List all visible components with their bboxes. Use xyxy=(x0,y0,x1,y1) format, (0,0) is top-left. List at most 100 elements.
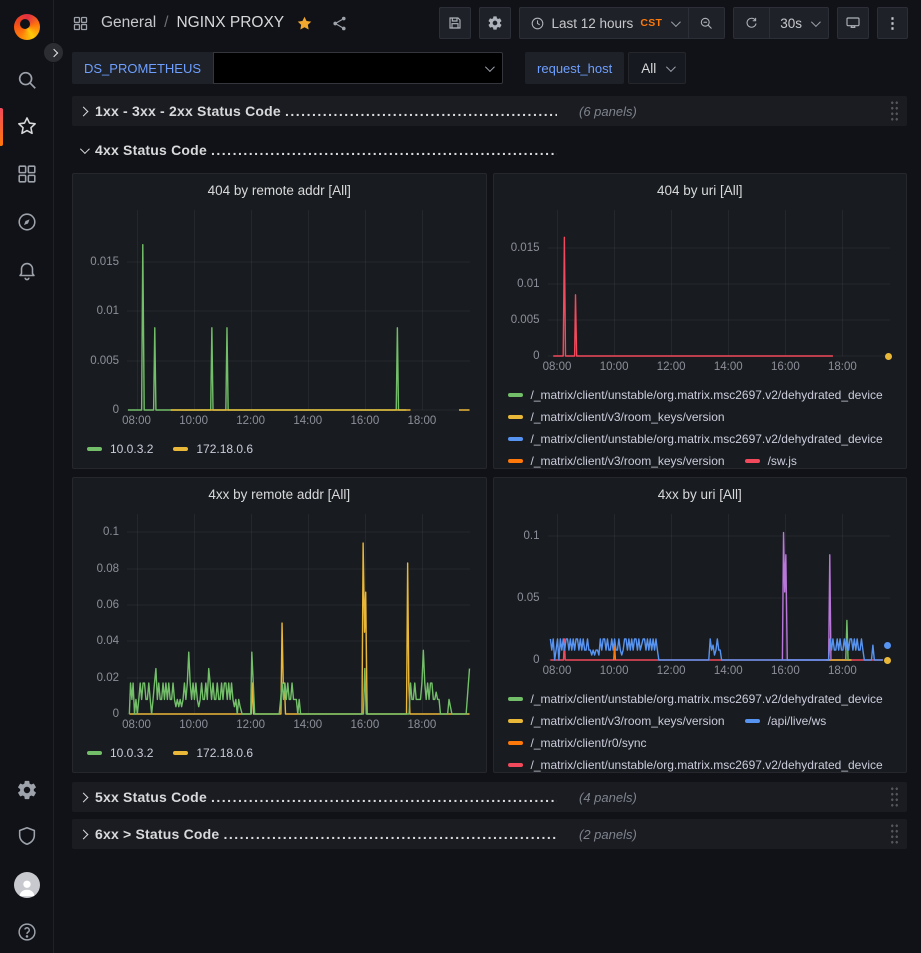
series-point-marker xyxy=(884,657,891,664)
panel-title[interactable]: 4xx by uri [All] xyxy=(494,478,907,506)
chevron-down-icon xyxy=(811,17,821,27)
time-picker-group: Last 12 hours CST xyxy=(519,7,726,39)
sidebar-item-dashboards[interactable] xyxy=(15,162,39,186)
sidebar-item-alerting[interactable] xyxy=(15,258,39,282)
y-axis-tick-label: 0.01 xyxy=(97,305,119,317)
refresh-interval-picker[interactable]: 30s xyxy=(770,8,828,38)
panel-4xx-by-uri: 4xx by uri [All] 00.050.108:0010:0012:00… xyxy=(493,477,908,773)
legend-item[interactable]: /_matrix/client/unstable/org.matrix.msc2… xyxy=(508,386,883,403)
legend-item[interactable]: /_matrix/client/unstable/org.matrix.msc2… xyxy=(508,430,883,447)
row-header-4xx[interactable]: 4xx Status Code ........................… xyxy=(72,135,907,165)
plot-area[interactable]: 00.0050.010.01508:0010:0012:0014:0016:00… xyxy=(548,210,891,356)
y-axis-tick-label: 0.01 xyxy=(517,278,539,290)
legend-item[interactable]: /_matrix/client/unstable/org.matrix.msc2… xyxy=(508,756,883,772)
dashboard-settings-button[interactable] xyxy=(479,7,511,39)
plot-area[interactable]: 00.020.040.060.080.108:0010:0012:0014:00… xyxy=(127,514,470,714)
legend-series-label: 10.0.3.2 xyxy=(110,442,153,456)
legend-item[interactable]: 10.0.3.2 xyxy=(87,744,153,761)
save-dashboard-button[interactable] xyxy=(439,7,471,39)
variable-value-request-host[interactable]: All xyxy=(628,52,686,84)
grafana-logo[interactable] xyxy=(14,14,40,40)
row-title: 6xx > Status Code ......................… xyxy=(95,826,557,842)
row-panel-count: (2 panels) xyxy=(579,827,882,842)
chevron-right-icon xyxy=(79,792,89,802)
sidebar-item-settings[interactable] xyxy=(15,778,39,802)
row-header-1xx-3xx-2xx[interactable]: 1xx - 3xx - 2xx Status Code ............… xyxy=(72,96,907,126)
legend-item[interactable]: /api/live/ws xyxy=(745,712,827,729)
legend-series-label: /api/live/ws xyxy=(768,714,827,728)
breadcrumb-dashboard[interactable]: NGINX PROXY xyxy=(176,14,284,32)
row-header-6xx[interactable]: 6xx > Status Code ......................… xyxy=(72,819,907,849)
x-axis-tick-label: 10:00 xyxy=(600,665,629,677)
profile-avatar[interactable] xyxy=(14,872,40,898)
legend-item[interactable]: 172.18.0.6 xyxy=(173,440,253,457)
x-axis-tick-label: 12:00 xyxy=(657,665,686,677)
panel-4xx-by-remote-addr: 4xx by remote addr [All] 00.020.040.060.… xyxy=(72,477,487,773)
apps-icon xyxy=(72,15,89,32)
zoom-out-button[interactable] xyxy=(689,8,724,38)
zoom-out-icon xyxy=(699,16,714,31)
legend-item[interactable]: /sw.js xyxy=(745,452,797,468)
save-icon xyxy=(447,15,463,31)
sidebar-item-starred[interactable] xyxy=(15,114,39,138)
x-axis-tick-label: 16:00 xyxy=(771,665,800,677)
breadcrumb-folder[interactable]: General xyxy=(101,14,156,32)
sidebar-item-search[interactable] xyxy=(15,68,39,92)
legend-series-label: /_matrix/client/unstable/org.matrix.msc2… xyxy=(531,692,883,706)
legend-item[interactable]: 10.0.3.2 xyxy=(87,440,153,457)
legend-series-swatch xyxy=(508,763,523,767)
y-axis-tick-label: 0.1 xyxy=(103,526,119,538)
y-axis-tick-label: 0.04 xyxy=(97,635,119,647)
plot-area[interactable]: 00.050.108:0010:0012:0014:0016:0018:00 xyxy=(548,514,891,660)
y-axis-tick-label: 0.1 xyxy=(524,530,540,542)
x-axis-tick-label: 18:00 xyxy=(828,361,857,373)
favorite-star-icon[interactable] xyxy=(296,15,313,32)
legend-series-swatch xyxy=(508,415,523,419)
sidebar-item-help[interactable] xyxy=(15,920,39,944)
more-options-button[interactable]: ⋮ xyxy=(877,7,908,39)
series-line xyxy=(550,639,882,660)
series-line xyxy=(129,650,469,714)
question-circle-icon xyxy=(16,921,38,943)
panel-title[interactable]: 404 by uri [All] xyxy=(494,174,907,202)
sidebar-expand-button[interactable] xyxy=(43,42,64,63)
x-axis-tick-label: 18:00 xyxy=(408,719,437,731)
variable-value-ds-prometheus[interactable] xyxy=(213,52,503,84)
tv-mode-button[interactable] xyxy=(837,7,869,39)
legend-series-label: 172.18.0.6 xyxy=(196,442,253,456)
legend-item[interactable]: /_matrix/client/r0/sync xyxy=(508,734,647,751)
row-drag-handle[interactable] xyxy=(890,823,899,845)
refresh-button[interactable] xyxy=(734,8,769,38)
panel-title[interactable]: 404 by remote addr [All] xyxy=(73,174,486,202)
variable-label-request-host: request_host xyxy=(525,52,624,84)
row-drag-handle[interactable] xyxy=(890,786,899,808)
variable-selected-value: All xyxy=(641,61,656,76)
kebab-icon: ⋮ xyxy=(885,16,900,31)
gear-icon xyxy=(16,779,38,801)
row-header-5xx[interactable]: 5xx Status Code ........................… xyxy=(72,782,907,812)
row-title: 5xx Status Code ........................… xyxy=(95,789,557,805)
x-axis-tick-label: 12:00 xyxy=(236,415,265,427)
plot-area[interactable]: 00.0050.010.01508:0010:0012:0014:0016:00… xyxy=(127,210,470,410)
sidebar-item-explore[interactable] xyxy=(15,210,39,234)
legend-item[interactable]: /_matrix/client/v3/room_keys/version xyxy=(508,452,725,468)
panel-title[interactable]: 4xx by remote addr [All] xyxy=(73,478,486,506)
time-range-picker[interactable]: Last 12 hours CST xyxy=(520,8,689,38)
legend-item[interactable]: /_matrix/client/v3/room_keys/version xyxy=(508,408,725,425)
legend-series-label: 10.0.3.2 xyxy=(110,746,153,760)
monitor-icon xyxy=(845,15,861,31)
legend-item[interactable]: 172.18.0.6 xyxy=(173,744,253,761)
legend-item[interactable]: /_matrix/client/v3/room_keys/version xyxy=(508,712,725,729)
x-axis-tick-label: 08:00 xyxy=(543,361,572,373)
star-icon xyxy=(16,115,38,137)
x-axis-tick-label: 14:00 xyxy=(293,415,322,427)
legend-series-swatch xyxy=(508,719,523,723)
sidebar-item-security[interactable] xyxy=(15,824,39,848)
dashboard-body: 1xx - 3xx - 2xx Status Code ............… xyxy=(54,92,921,849)
legend-series-label: /_matrix/client/v3/room_keys/version xyxy=(531,714,725,728)
x-axis-tick-label: 08:00 xyxy=(122,415,151,427)
share-icon[interactable] xyxy=(331,15,348,32)
row-drag-handle[interactable] xyxy=(890,100,899,122)
time-range-label: Last 12 hours xyxy=(552,16,634,31)
legend-item[interactable]: /_matrix/client/unstable/org.matrix.msc2… xyxy=(508,690,883,707)
